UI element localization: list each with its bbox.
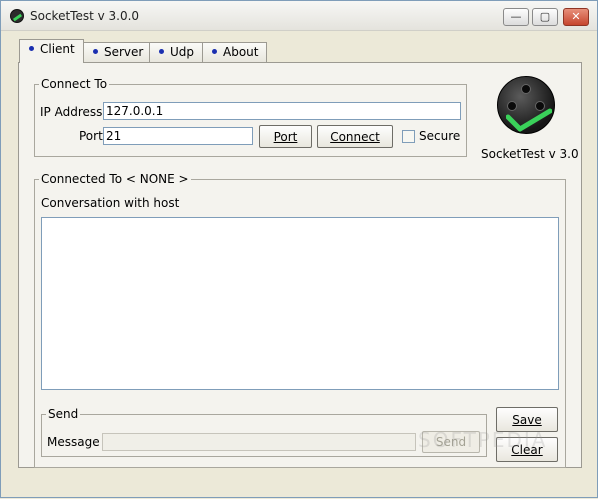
port-label: Port — [79, 129, 103, 143]
checkmark-icon — [506, 108, 552, 132]
clear-button-label: Clear — [511, 442, 543, 457]
message-input[interactable] — [102, 433, 416, 451]
connect-to-legend: Connect To — [39, 77, 110, 91]
connect-button[interactable]: Connect — [317, 125, 393, 148]
connected-to-legend: Connected To < NONE > — [39, 172, 191, 186]
conversation-label: Conversation with host — [41, 196, 180, 210]
secure-checkbox[interactable] — [402, 130, 415, 143]
panel-content: Connect To IP Address Port Port Connect … — [1, 1, 598, 499]
port-button-label: Port — [273, 129, 298, 144]
save-button-label: Save — [512, 412, 542, 427]
clear-button[interactable]: Clear — [496, 437, 558, 462]
sockettest-logo — [497, 76, 555, 134]
conversation-textarea[interactable] — [41, 217, 559, 390]
message-label: Message — [47, 435, 100, 449]
version-text: SocketTest v 3.0 — [481, 147, 579, 161]
connect-to-group — [34, 84, 467, 157]
logo-hole — [521, 84, 531, 94]
ip-address-label: IP Address — [40, 105, 103, 119]
port-input[interactable] — [103, 127, 253, 145]
secure-label: Secure — [419, 129, 461, 143]
send-button[interactable]: Send — [422, 431, 480, 453]
port-button[interactable]: Port — [259, 125, 312, 148]
send-legend: Send — [46, 407, 81, 421]
ip-address-input[interactable] — [103, 102, 461, 120]
app-window: SocketTest v 3.0.0 — ▢ ✕ Client Server U… — [0, 0, 598, 498]
connect-button-label: Connect — [330, 129, 380, 144]
save-button[interactable]: Save — [496, 407, 558, 432]
